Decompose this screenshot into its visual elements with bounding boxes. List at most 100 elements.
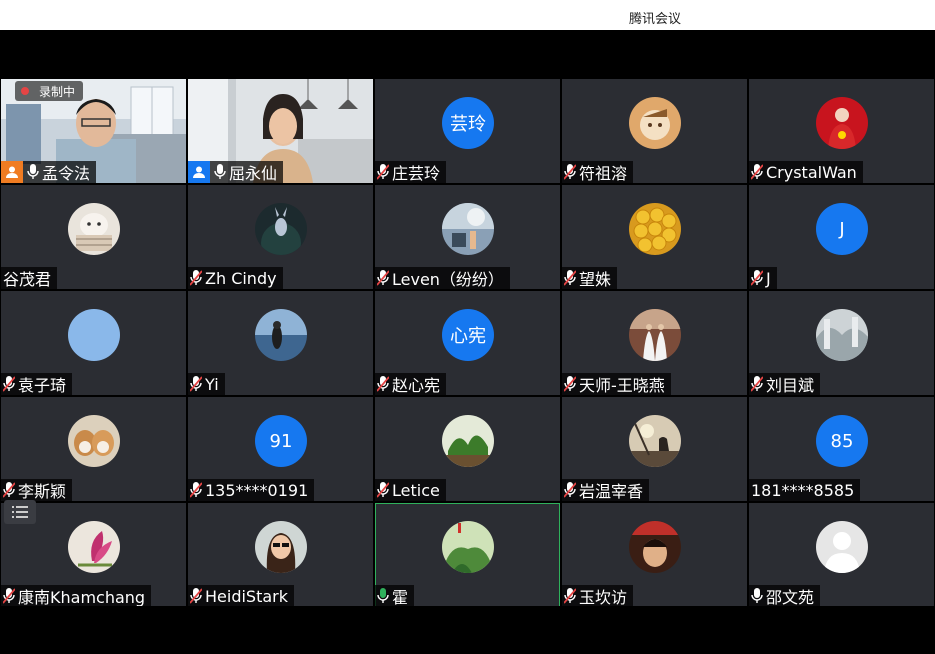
participant-tile-active-speaker[interactable]: 霍 (375, 503, 560, 607)
participant-name-bar: 孟令法 (1, 161, 97, 183)
window-title: 腾讯会议 (629, 12, 682, 27)
participant-tile[interactable]: HeidiStark (188, 503, 373, 607)
participant-tile[interactable]: Leven（纷纷） (375, 185, 560, 289)
mic-muted-icon (751, 270, 763, 286)
participant-name-bar: Zh Cindy (188, 267, 283, 289)
list-icon (12, 506, 28, 518)
participant-name-bar: Letice (375, 479, 446, 501)
avatar (816, 309, 868, 361)
avatar (629, 415, 681, 467)
mic-muted-icon (564, 588, 576, 604)
participant-tile[interactable]: 天师-王晓燕 (562, 291, 747, 395)
participant-tile[interactable]: 刘目斌 (749, 291, 934, 395)
participant-tile[interactable]: 91 135****0191 (188, 397, 373, 501)
participant-name-bar: 李斯颖 (1, 479, 73, 501)
participant-name-bar: 赵心宪 (375, 373, 447, 395)
participant-tile[interactable]: 符祖溶 (562, 79, 747, 183)
mic-muted-icon (190, 376, 202, 392)
participant-tile[interactable]: 屈永仙 (188, 79, 373, 183)
participant-grid: 录制中 孟令法 屈永仙 芸玲 庄芸玲 符祖溶 CrystalWan 谷茂君 Zh… (0, 78, 935, 607)
mic-muted-icon (564, 164, 576, 180)
avatar (68, 521, 120, 573)
avatar (68, 203, 120, 255)
avatar (255, 203, 307, 255)
avatar (629, 97, 681, 149)
host-icon (1, 161, 23, 183)
record-dot-icon (21, 87, 29, 95)
participant-name-bar: 刘目斌 (749, 373, 821, 395)
mic-muted-icon (3, 376, 15, 392)
participant-tile[interactable]: 85 181****8585 (749, 397, 934, 501)
participant-tile[interactable]: J J (749, 185, 934, 289)
mic-muted-icon (751, 164, 763, 180)
avatar: J (816, 203, 868, 255)
avatar: 85 (816, 415, 868, 467)
top-toolbar-area (0, 30, 935, 78)
bottom-toolbar-area (0, 606, 935, 654)
mic-muted-icon (377, 164, 389, 180)
participant-tile[interactable]: Letice (375, 397, 560, 501)
member-list-button[interactable] (4, 500, 36, 524)
participant-tile[interactable]: 袁子琦 (1, 291, 186, 395)
participant-name-bar: 袁子琦 (1, 373, 73, 395)
avatar: 芸玲 (442, 97, 494, 149)
participant-name-bar: HeidiStark (188, 585, 294, 607)
participant-name-bar: 岩温宰香 (562, 479, 650, 501)
cohost-icon (188, 161, 210, 183)
participant-tile[interactable]: 岩温宰香 (562, 397, 747, 501)
mic-muted-icon (190, 270, 202, 286)
participant-tile[interactable]: 芸玲 庄芸玲 (375, 79, 560, 183)
avatar (255, 521, 307, 573)
participant-tile[interactable]: 玉坎访 (562, 503, 747, 607)
recording-indicator: 录制中 (15, 81, 84, 101)
participant-tile[interactable]: 录制中 孟令法 (1, 79, 186, 183)
participant-name-bar: 霍 (375, 585, 415, 607)
participant-tile[interactable]: 谷茂君 (1, 185, 186, 289)
mic-muted-icon (3, 588, 15, 604)
mic-muted-icon (377, 376, 389, 392)
participant-name-bar: 望姝 (562, 267, 618, 289)
mic-on-icon (214, 164, 226, 180)
mic-muted-icon (190, 588, 202, 604)
mic-muted-icon (564, 376, 576, 392)
avatar (442, 521, 494, 573)
participant-tile[interactable]: 邵文苑 (749, 503, 934, 607)
participant-tile[interactable]: Zh Cindy (188, 185, 373, 289)
mic-muted-icon (751, 376, 763, 392)
avatar: 心宪 (442, 309, 494, 361)
participant-name-bar: 谷茂君 (1, 267, 58, 289)
avatar: 91 (255, 415, 307, 467)
default-avatar-icon (816, 521, 868, 573)
participant-name-bar: J (749, 267, 777, 289)
participant-name-bar: CrystalWan (749, 161, 863, 183)
mic-muted-icon (564, 270, 576, 286)
participant-tile[interactable]: Yi (188, 291, 373, 395)
participant-name-bar: 屈永仙 (188, 161, 284, 183)
avatar (68, 309, 120, 361)
participant-name-bar: Leven（纷纷） (375, 267, 510, 289)
participant-name-bar: 符祖溶 (562, 161, 634, 183)
mic-muted-icon (377, 270, 389, 286)
participant-name-bar: 天师-王晓燕 (562, 373, 671, 395)
participant-name-bar: 邵文苑 (749, 585, 821, 607)
participant-name-bar: 玉坎访 (562, 585, 634, 607)
avatar (629, 521, 681, 573)
title-bar: 腾讯会议 (0, 0, 935, 30)
participant-tile[interactable]: 李斯颖 (1, 397, 186, 501)
participant-tile[interactable]: 心宪 赵心宪 (375, 291, 560, 395)
avatar (629, 309, 681, 361)
mic-speaking-icon (377, 588, 389, 604)
participant-name-bar: Yi (188, 373, 225, 395)
avatar (68, 415, 120, 467)
participant-name-bar: 181****8585 (749, 479, 861, 501)
participant-name-bar: 庄芸玲 (375, 161, 447, 183)
participant-tile[interactable]: CrystalWan (749, 79, 934, 183)
mic-muted-icon (3, 482, 15, 498)
participant-tile[interactable]: 望姝 (562, 185, 747, 289)
avatar (629, 203, 681, 255)
mic-on-icon (27, 164, 39, 180)
avatar (255, 309, 307, 361)
mic-muted-icon (190, 482, 202, 498)
avatar (442, 415, 494, 467)
avatar (816, 97, 868, 149)
